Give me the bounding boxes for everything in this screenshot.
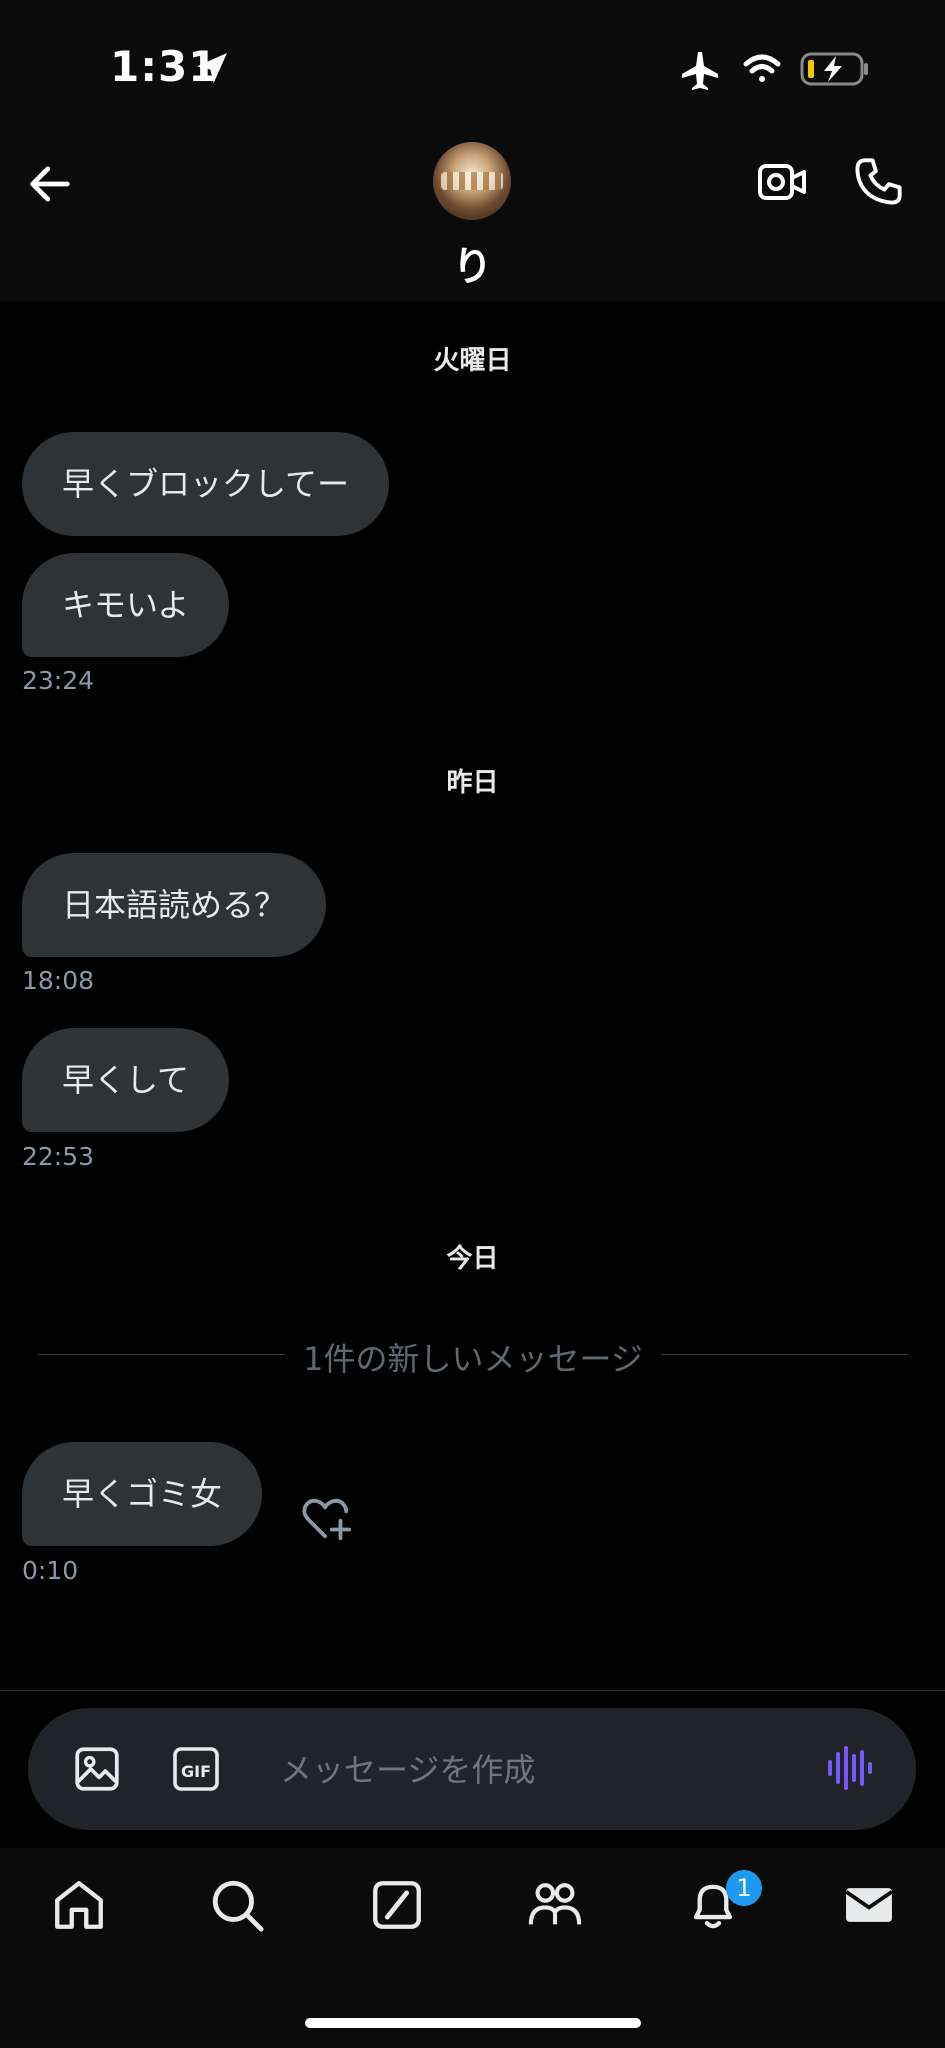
airplane-icon [682,52,718,90]
search-icon[interactable] [208,1876,266,1934]
wifi-icon [743,54,781,82]
grok-icon[interactable] [368,1876,426,1934]
status-icons [682,52,868,90]
battery-icon [800,52,868,86]
image-attach-icon[interactable] [72,1744,122,1794]
voice-message-icon[interactable] [826,1744,872,1792]
day-separator: 火曜日 [433,346,512,376]
message-timestamp: 18:08 [22,966,95,995]
phone-call-icon[interactable] [852,156,904,208]
communities-icon[interactable] [526,1876,584,1934]
message-bubble[interactable]: 早くブロックしてー [22,432,390,536]
video-call-icon[interactable] [756,158,808,206]
contact-avatar[interactable] [433,142,511,220]
svg-text:GIF: GIF [181,1762,211,1781]
message-timestamp: 0:10 [22,1556,79,1585]
new-messages-label: 1件の新しいメッセージ [285,1340,661,1378]
day-separator: 今日 [446,1244,499,1274]
contact-name[interactable]: り [0,234,945,292]
day-separator: 昨日 [446,768,499,798]
home-icon[interactable] [50,1876,108,1934]
home-indicator [305,2018,641,2028]
add-reaction-heart-icon[interactable] [300,1492,354,1542]
message-timestamp: 22:53 [22,1142,95,1171]
message-timestamp: 23:24 [22,666,95,695]
message-bubble[interactable]: 早くゴミ女 [22,1442,263,1546]
gif-icon[interactable]: GIF [172,1746,220,1792]
back-arrow-icon[interactable] [24,158,76,210]
composer-separator [0,1690,945,1691]
location-arrow-icon [197,53,227,83]
notifications-badge: 1 [726,1870,762,1906]
messages-envelope-icon[interactable] [840,1876,898,1934]
new-messages-divider: 1件の新しいメッセージ [38,1334,908,1378]
message-bubble[interactable]: キモいよ [22,553,230,657]
message-bubble[interactable]: 日本語読める？ [22,853,327,957]
message-bubble[interactable]: 早くして [22,1028,230,1132]
message-input[interactable] [278,1740,802,1800]
